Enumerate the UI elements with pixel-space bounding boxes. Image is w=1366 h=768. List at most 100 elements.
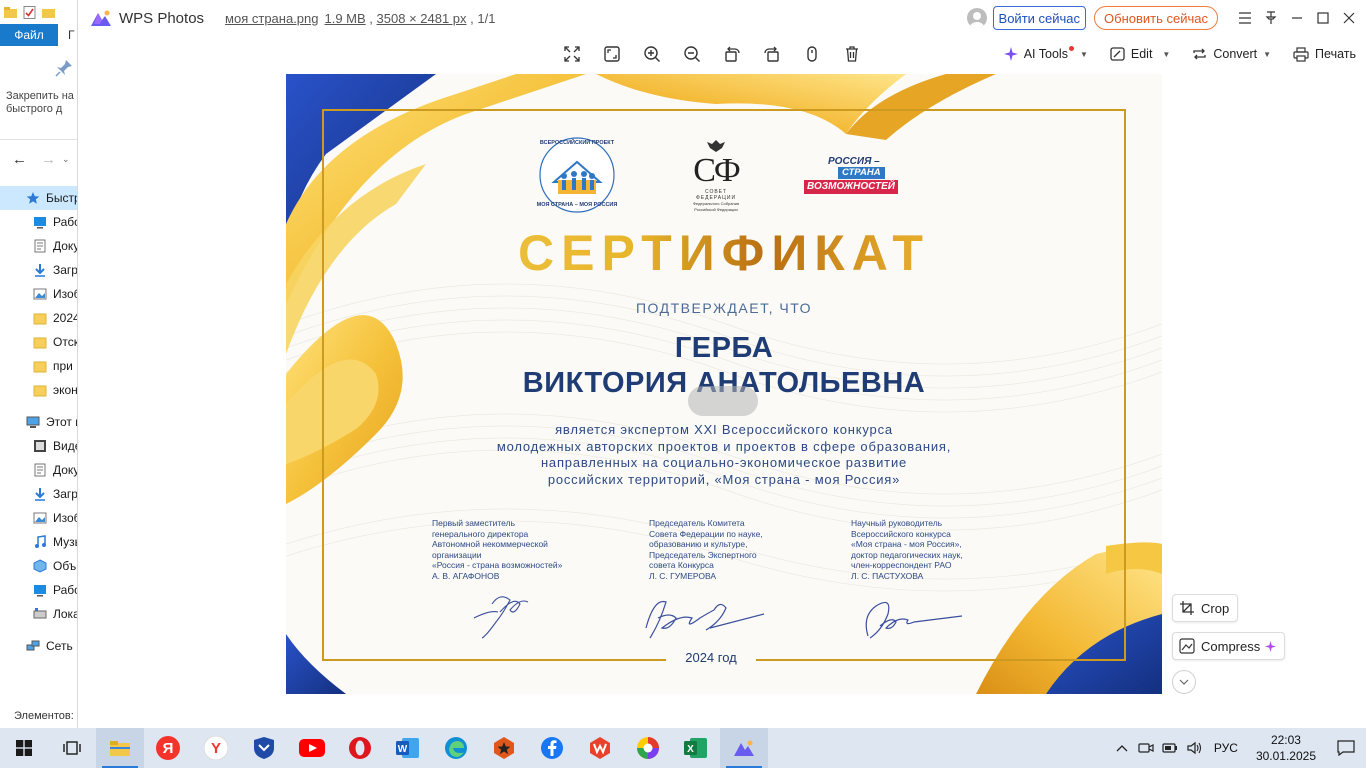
tree-item[interactable]: Загр: [0, 258, 77, 282]
compress-button[interactable]: Compress: [1172, 632, 1286, 660]
crop-button[interactable]: Crop: [1172, 594, 1239, 622]
file-size[interactable]: 1.9 MB: [325, 11, 366, 26]
volume-icon[interactable]: [1182, 728, 1206, 768]
convert-button[interactable]: Convert ▼: [1192, 47, 1271, 61]
back-arrow-icon[interactable]: ←: [12, 151, 27, 168]
print-label: Печать: [1315, 47, 1356, 61]
recent-chevron-icon[interactable]: ⌄: [62, 154, 70, 165]
project-logo-arc-bottom: МОЯ СТРАНА – МОЯ РОССИЯ: [536, 202, 618, 208]
wps-office-icon[interactable]: [576, 728, 624, 768]
tree-item[interactable]: Рабо: [0, 210, 77, 234]
properties-check-icon[interactable]: [23, 5, 36, 19]
tree-item[interactable]: Лока: [0, 602, 77, 626]
rotate-left-icon[interactable]: [712, 41, 752, 67]
file-explorer-icon[interactable]: [96, 728, 144, 768]
vpn-star-icon[interactable]: [480, 728, 528, 768]
forward-arrow-icon[interactable]: →: [41, 151, 56, 168]
meet-now-icon[interactable]: [1134, 728, 1158, 768]
word-icon[interactable]: W: [384, 728, 432, 768]
overlay-scroll-pill[interactable]: [688, 386, 758, 416]
tree-item[interactable]: Музы: [0, 530, 77, 554]
print-button[interactable]: Печать: [1293, 46, 1356, 62]
explorer-titlebar: [0, 0, 77, 24]
tree-item[interactable]: Доку: [0, 234, 77, 258]
zoom-in-icon[interactable]: [632, 41, 672, 67]
convert-caret-icon: ▼: [1263, 49, 1272, 59]
zoom-out-icon[interactable]: [672, 41, 712, 67]
description-line-2: молодежных авторских проектов и проектов…: [496, 438, 952, 454]
svg-text:Я: Я: [163, 740, 174, 757]
upgrade-button[interactable]: Обновить сейчас: [1094, 6, 1218, 30]
ribbon-tab-home[interactable]: Г: [58, 28, 75, 42]
login-button[interactable]: Войти сейчас: [992, 6, 1087, 30]
tree-item[interactable]: Объ: [0, 554, 77, 578]
tree-item[interactable]: Загр: [0, 482, 77, 506]
ai-tools-caret-icon: ▼: [1079, 49, 1088, 59]
rotate-right-icon[interactable]: [752, 41, 792, 67]
explorer-ribbon: Закрепить на быстрого д: [0, 46, 77, 140]
sig3-line: Всероссийского конкурса: [851, 528, 951, 539]
tree-item[interactable]: Доку: [0, 458, 77, 482]
tree-item[interactable]: Быстр: [0, 186, 77, 210]
svg-text:X: X: [687, 744, 694, 755]
tree-item[interactable]: Отск: [0, 330, 77, 354]
sig3-line: доктор педагогических наук,: [851, 549, 963, 560]
edit-button[interactable]: Edit ▼: [1110, 47, 1170, 61]
start-icon[interactable]: [0, 728, 48, 768]
tree-item[interactable]: Изоб: [0, 506, 77, 530]
youtube-icon[interactable]: [288, 728, 336, 768]
task-view-icon[interactable]: [48, 728, 96, 768]
menu-icon[interactable]: [1232, 3, 1258, 33]
input-language[interactable]: РУС: [1206, 741, 1246, 755]
image-canvas[interactable]: ВСЕРОССИЙСКИЙ ПРОЕКТ МОЯ СТРАНА – МОЯ РО…: [78, 70, 1366, 728]
collapse-panel-button[interactable]: [1172, 670, 1196, 694]
pin-icon[interactable]: [54, 58, 74, 78]
pin-window-icon[interactable]: [1258, 3, 1284, 33]
excel-icon[interactable]: X: [672, 728, 720, 768]
delete-icon[interactable]: [832, 41, 872, 67]
file-meta: 1.9 MB , 3508 × 2481 px , 1/1: [324, 10, 496, 26]
clock[interactable]: 22:03 30.01.2025: [1246, 732, 1326, 764]
chrome-like-icon[interactable]: [624, 728, 672, 768]
tree-item[interactable]: при: [0, 354, 77, 378]
minimize-icon[interactable]: [1284, 3, 1310, 33]
tree-item[interactable]: Сеть: [0, 634, 77, 658]
facebook-icon[interactable]: [528, 728, 576, 768]
file-name-link[interactable]: моя страна.png: [225, 11, 318, 26]
new-folder-quick-icon[interactable]: [42, 6, 55, 19]
folder-quick-icon[interactable]: [4, 6, 17, 19]
tray-expand-icon[interactable]: [1110, 728, 1134, 768]
battery-icon[interactable]: [1158, 728, 1182, 768]
edge-icon[interactable]: [432, 728, 480, 768]
tree-item[interactable]: Изоб: [0, 282, 77, 306]
wps-photos-icon[interactable]: [720, 728, 768, 768]
certificate-image: ВСЕРОССИЙСКИЙ ПРОЕКТ МОЯ СТРАНА – МОЯ РО…: [286, 74, 1162, 694]
image-dimensions[interactable]: 3508 × 2481 px: [377, 11, 467, 26]
close-icon[interactable]: [1336, 3, 1362, 33]
user-avatar[interactable]: [966, 8, 987, 28]
tree-item-label: Лока: [53, 607, 78, 621]
shield-app-icon[interactable]: [240, 728, 288, 768]
tree-item[interactable]: Этот к: [0, 410, 77, 434]
maximize-icon[interactable]: [1310, 3, 1336, 33]
ai-sparkle-icon: [1003, 47, 1018, 61]
ribbon-tab-file[interactable]: Файл: [0, 24, 58, 46]
sf-small-4: Российской Федерации: [694, 206, 738, 212]
tree-item[interactable]: 2024: [0, 306, 77, 330]
yandex-icon[interactable]: Я: [144, 728, 192, 768]
fit-window-icon[interactable]: [592, 41, 632, 67]
fullscreen-icon[interactable]: [552, 41, 592, 67]
opera-icon[interactable]: [336, 728, 384, 768]
tree-item[interactable]: Рабо: [0, 578, 77, 602]
sig3-line: «Моя страна - моя Россия»,: [851, 539, 962, 550]
yandex-browser-icon[interactable]: Y: [192, 728, 240, 768]
tree-item[interactable]: Виде: [0, 434, 77, 458]
clock-date: 30.01.2025: [1255, 749, 1316, 763]
notification-center-icon[interactable]: [1326, 728, 1366, 768]
ai-tools-button[interactable]: AI Tools ▼: [1003, 45, 1088, 61]
pin-label-line2: быстрого д: [6, 103, 63, 115]
mouse-wheel-icon[interactable]: [792, 41, 832, 67]
pin-quick-access-label[interactable]: Закрепить на быстрого д: [6, 90, 74, 116]
tree-item[interactable]: экон: [0, 378, 77, 402]
explorer-ribbon-tabs: Файл Г: [0, 24, 77, 46]
